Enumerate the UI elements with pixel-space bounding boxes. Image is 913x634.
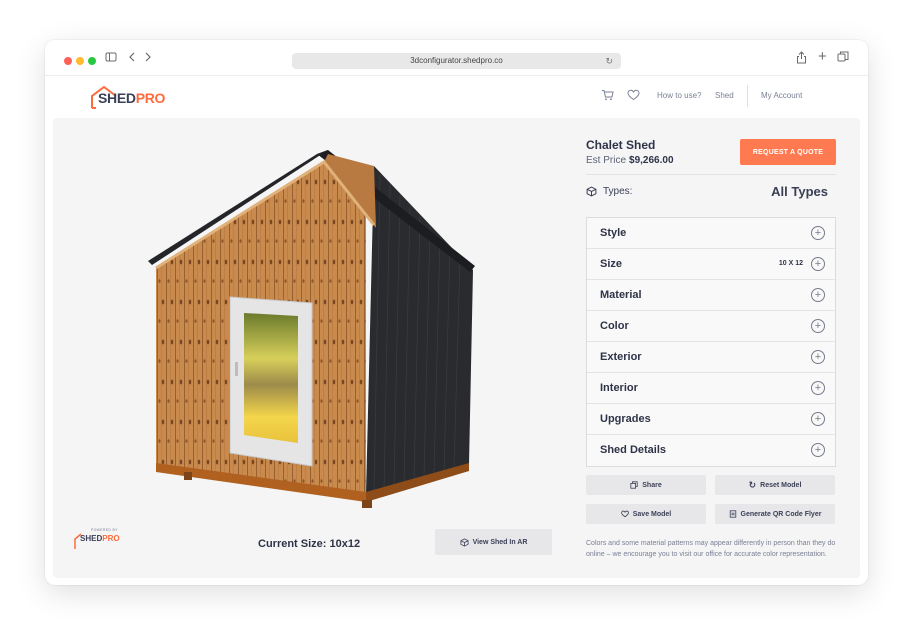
address-bar[interactable]: 3dconfigurator.shedpro.co ↻ <box>292 53 621 69</box>
document-icon <box>729 510 736 518</box>
reset-model-button[interactable]: ↻ Reset Model <box>715 475 835 495</box>
reset-label: Reset Model <box>760 481 802 489</box>
configurator-content: POWERED BY SHEDPRO Current Size: 10x12 V… <box>53 118 860 578</box>
accordion-label: Color <box>600 320 629 332</box>
accordion-label: Material <box>600 289 642 301</box>
maximize-window-button[interactable] <box>88 57 96 65</box>
expand-plus-icon[interactable]: + <box>811 350 825 364</box>
heart-icon[interactable] <box>627 89 640 103</box>
divider <box>586 174 836 175</box>
price-value: $9,266.00 <box>629 155 674 166</box>
close-window-button[interactable] <box>64 57 72 65</box>
expand-plus-icon[interactable]: + <box>811 412 825 426</box>
expand-plus-icon[interactable]: + <box>811 319 825 333</box>
nav-divider <box>747 85 748 107</box>
view-in-ar-button[interactable]: View Shed In AR <box>435 529 552 555</box>
nav-shed[interactable]: Shed <box>715 91 734 100</box>
browser-window: 3dconfigurator.shedpro.co ↻ + SHEDPRO Ho… <box>45 40 868 585</box>
save-model-button[interactable]: Save Model <box>586 504 706 524</box>
3d-viewer[interactable]: POWERED BY SHEDPRO Current Size: 10x12 V… <box>53 118 573 578</box>
generate-qr-button[interactable]: Generate QR Code Flyer <box>715 504 835 524</box>
accordion-label: Upgrades <box>600 413 651 425</box>
types-label: Types: <box>603 186 633 197</box>
accordion-interior[interactable]: Interior + <box>587 373 835 404</box>
configurator-panel: Chalet Shed Est Price $9,266.00 REQUEST A… <box>586 118 836 578</box>
back-icon[interactable] <box>127 51 137 67</box>
cart-icon[interactable] <box>601 89 614 103</box>
request-quote-button[interactable]: REQUEST A QUOTE <box>740 139 836 165</box>
copy-icon <box>630 481 638 489</box>
sidebar-icon[interactable] <box>105 51 117 67</box>
accordion-label: Size <box>600 258 623 270</box>
share-icon[interactable] <box>796 51 807 68</box>
options-accordion: Style + Size 10 X 12 + Material + Color … <box>586 217 836 467</box>
view-in-ar-label: View Shed In AR <box>472 538 528 546</box>
shed-3d-model[interactable] <box>148 130 488 510</box>
accordion-style[interactable]: Style + <box>587 218 835 249</box>
accordion-color[interactable]: Color + <box>587 311 835 342</box>
expand-plus-icon[interactable]: + <box>811 381 825 395</box>
browser-toolbar: 3dconfigurator.shedpro.co ↻ + <box>45 40 868 76</box>
accordion-size-value: 10 X 12 <box>778 260 803 267</box>
reset-icon: ↻ <box>748 479 757 490</box>
heart-icon <box>620 510 629 518</box>
color-disclaimer: Colors and some material patterns may ap… <box>586 540 836 558</box>
bottom-logo-text: SHEDPRO <box>80 534 120 543</box>
ar-cube-icon <box>460 537 469 547</box>
current-size-label: Current Size: 10x12 <box>258 538 361 550</box>
save-label: Save Model <box>632 510 672 518</box>
expand-plus-icon[interactable]: + <box>811 288 825 302</box>
expand-plus-icon[interactable]: + <box>811 257 825 271</box>
new-tab-icon[interactable]: + <box>818 49 827 65</box>
accordion-material[interactable]: Material + <box>587 280 835 311</box>
accordion-label: Shed Details <box>600 444 667 456</box>
product-name: Chalet Shed <box>586 138 656 152</box>
accordion-size[interactable]: Size 10 X 12 + <box>587 249 835 280</box>
share-label: Share <box>642 481 662 489</box>
accordion-label: Style <box>600 227 627 239</box>
expand-plus-icon[interactable]: + <box>811 443 825 457</box>
types-selector[interactable]: Types: <box>586 186 632 197</box>
reload-icon[interactable]: ↻ <box>605 53 613 69</box>
accordion-shed-details[interactable]: Shed Details + <box>587 435 835 466</box>
site-header: SHEDPRO How to use? Shed My Account <box>45 76 868 118</box>
accordion-label: Exterior <box>600 351 642 363</box>
est-price: Est Price $9,266.00 <box>586 155 674 166</box>
url-text: 3dconfigurator.shedpro.co <box>410 56 503 65</box>
share-button[interactable]: Share <box>586 475 706 495</box>
nav-how-to-use[interactable]: How to use? <box>657 91 701 100</box>
qr-label: Generate QR Code Flyer <box>740 510 822 518</box>
powered-by-label: POWERED BY <box>91 528 118 532</box>
expand-plus-icon[interactable]: + <box>811 226 825 240</box>
minimize-window-button[interactable] <box>76 57 84 65</box>
accordion-label: Interior <box>600 382 638 394</box>
types-value[interactable]: All Types <box>771 184 828 199</box>
tabs-icon[interactable] <box>837 51 849 67</box>
accordion-upgrades[interactable]: Upgrades + <box>587 404 835 435</box>
box-icon <box>586 186 597 197</box>
nav-my-account[interactable]: My Account <box>761 91 802 100</box>
logo-text[interactable]: SHEDPRO <box>98 90 165 106</box>
forward-icon[interactable] <box>143 51 153 67</box>
accordion-exterior[interactable]: Exterior + <box>587 342 835 373</box>
